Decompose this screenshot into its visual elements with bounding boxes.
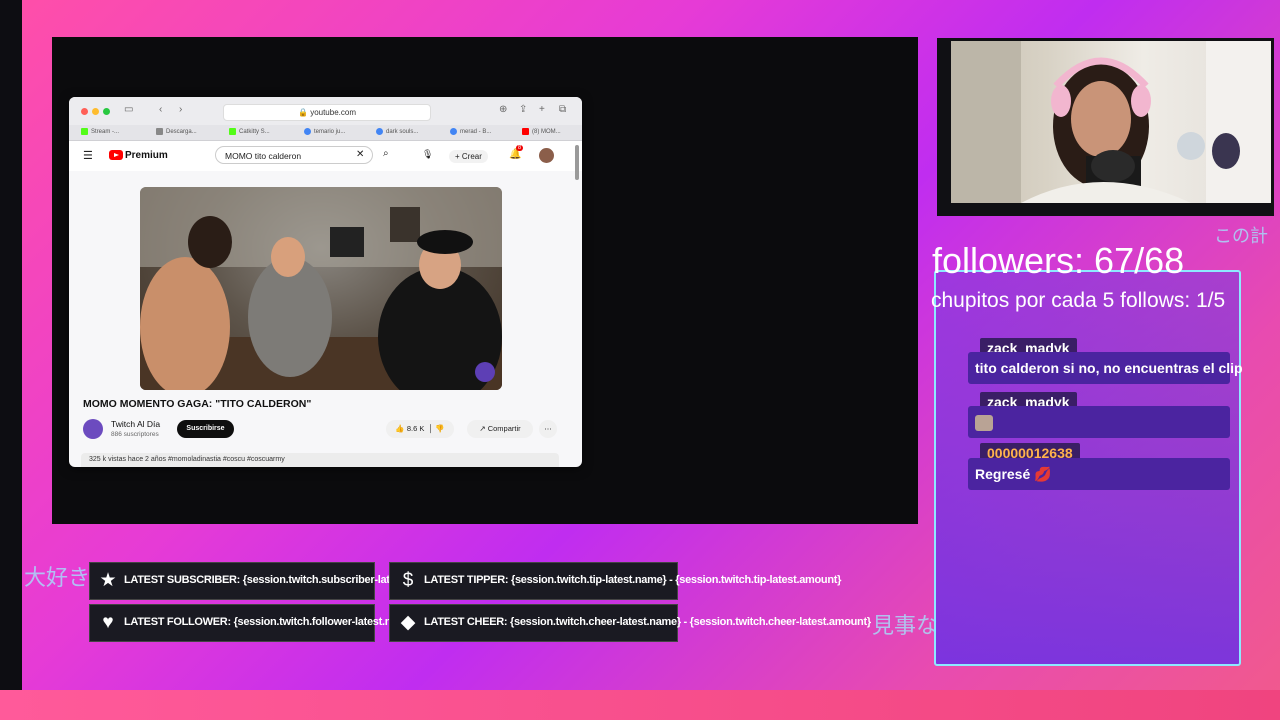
youtube-header: ☰ Premium MOMO tito calderon ✕ ⌕ 🎙 + Cre… — [69, 141, 582, 171]
latest-follower-label: ♥ LATEST FOLLOWER: {session.twitch.follo… — [89, 604, 417, 642]
share-arrow-icon: ↗ — [479, 424, 486, 433]
chat-message: tito calderon si no, no encuentras el cl… — [968, 352, 1243, 384]
menu-icon[interactable]: ☰ — [83, 149, 93, 162]
new-tab-icon[interactable]: + — [539, 104, 545, 115]
tab-bar: Stream -... Descarga... Catkitty S... te… — [69, 125, 582, 141]
back-icon[interactable]: ‹ — [159, 104, 162, 115]
share-button[interactable]: ↗ Compartir — [467, 420, 533, 438]
address-bar[interactable]: 🔒 youtube.com — [223, 104, 431, 121]
channel-avatar[interactable] — [83, 419, 103, 439]
bottom-strip — [0, 690, 1280, 720]
page-scrollbar[interactable] — [575, 145, 579, 180]
like-button[interactable]: 👍 8.6 K — [395, 424, 424, 433]
channel-name[interactable]: Twitch Al Día — [111, 419, 160, 429]
browser-titlebar: ▭ ‹ › 🔒 youtube.com ⊕ ⇪ + ⧉ — [69, 97, 582, 125]
jp-text-left: 大好き — [24, 566, 91, 591]
video-thumbnail[interactable] — [140, 187, 502, 390]
heart-icon: ♥ — [102, 612, 114, 633]
channel-subscribers: 886 suscriptores — [111, 431, 159, 438]
jp-text-top: この計 — [1214, 226, 1268, 247]
dollar-icon: $ — [402, 570, 414, 591]
browser-window: ▭ ‹ › 🔒 youtube.com ⊕ ⇪ + ⧉ Stream -... … — [69, 97, 582, 467]
followers-counter: followers: 67/68 — [932, 240, 1185, 281]
search-input[interactable]: MOMO tito calderon — [215, 146, 373, 164]
tab[interactable]: Catkitty S... — [229, 127, 270, 138]
webcam-feed — [951, 41, 1271, 203]
tab[interactable]: Descarga... — [156, 127, 197, 138]
close-window-button[interactable] — [81, 108, 88, 115]
tab[interactable]: dark souls... — [376, 127, 418, 138]
latest-cheer-label: ◆ LATEST CHEER: {session.twitch.cheer-la… — [389, 604, 871, 642]
video-description: 325 k vistas hace 2 años #momoladinastia… — [81, 453, 559, 467]
sidebar-icon[interactable]: ▭ — [124, 104, 133, 115]
dislike-button[interactable]: 👎 — [435, 424, 444, 433]
clear-search-icon[interactable]: ✕ — [356, 149, 364, 160]
latest-tipper-label: $ LATEST TIPPER: {session.twitch.tip-lat… — [389, 562, 841, 600]
share-icon[interactable]: ⇪ — [519, 104, 527, 115]
video-scene-illustration — [140, 187, 502, 390]
youtube-logo[interactable]: Premium — [109, 150, 168, 161]
download-icon[interactable]: ⊕ — [499, 104, 507, 115]
shots-counter: chupitos por cada 5 follows: 1/5 — [931, 289, 1226, 312]
chat-message — [968, 406, 1230, 438]
video-title: MOMO MOMENTO GAGA: "TITO CALDERON" — [83, 398, 312, 410]
account-avatar[interactable] — [539, 148, 554, 163]
tab[interactable]: temario ju... — [304, 127, 345, 138]
diamond-icon: ◆ — [400, 612, 416, 633]
youtube-play-icon — [109, 150, 123, 161]
mic-icon[interactable]: 🎙 — [422, 149, 433, 160]
like-dislike-group: 👍 8.6 K │ 👎 — [386, 420, 454, 438]
tab-active[interactable]: (8) MOM... — [522, 127, 561, 138]
subscribe-button[interactable]: Suscribirse — [177, 420, 234, 438]
latest-subscriber-label: ★ LATEST SUBSCRIBER: {session.twitch.sub… — [89, 562, 439, 600]
minimize-window-button[interactable] — [92, 108, 99, 115]
notification-badge: 8 — [516, 145, 524, 151]
left-edge-strip — [0, 0, 22, 720]
more-actions-icon[interactable]: ⋯ — [539, 420, 557, 438]
jp-text-right: 見事な — [872, 614, 939, 639]
forward-icon[interactable]: › — [179, 104, 182, 115]
address-text: youtube.com — [310, 108, 356, 117]
maximize-window-button[interactable] — [103, 108, 110, 115]
search-icon[interactable]: ⌕ — [383, 148, 389, 159]
webcam-scene-illustration — [951, 41, 1271, 203]
star-icon: ★ — [99, 570, 117, 591]
thumbs-up-icon: 👍 — [395, 424, 405, 433]
tab-overview-icon[interactable]: ⧉ — [559, 104, 566, 115]
emote-icon — [975, 415, 993, 432]
lock-icon: 🔒 — [297, 108, 308, 117]
create-button[interactable]: + Crear — [449, 150, 488, 163]
webcam-frame — [937, 38, 1274, 216]
tab[interactable]: Stream -... — [81, 127, 119, 138]
chat-message: Regresé 💋 — [968, 458, 1230, 490]
thumbs-down-icon: 👎 — [435, 424, 445, 433]
tab[interactable]: merad - B... — [450, 127, 491, 138]
